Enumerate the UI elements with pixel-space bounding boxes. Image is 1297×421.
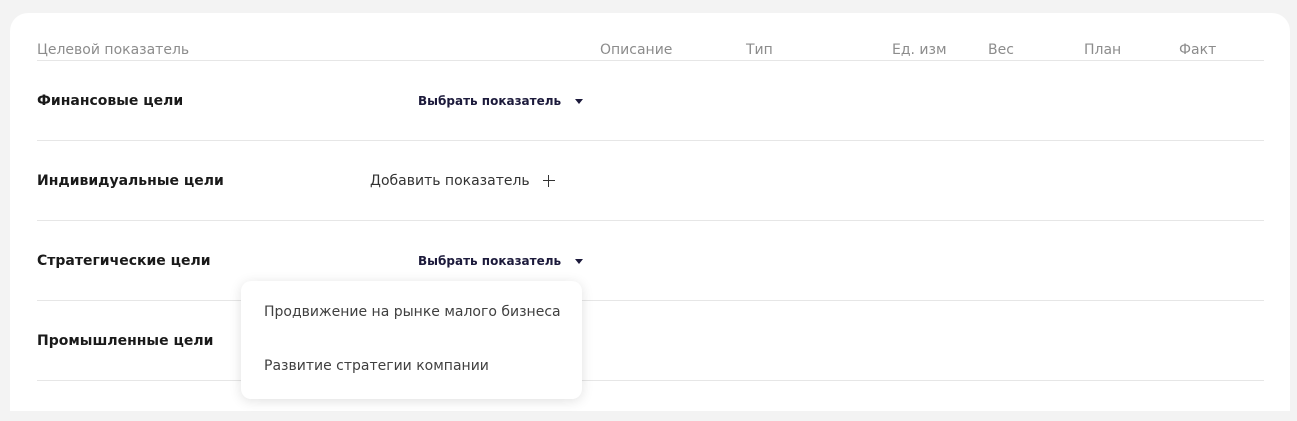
goals-card: Целевой показатель Описание Тип Ед. изм … bbox=[10, 13, 1290, 411]
column-header-weight: Вес bbox=[988, 42, 1014, 58]
row-title: Стратегические цели bbox=[37, 252, 211, 269]
caret-down-icon bbox=[575, 98, 584, 104]
column-header-fact: Факт bbox=[1179, 42, 1217, 58]
plus-icon bbox=[542, 174, 555, 187]
table-row-financial: Финансовые цели Выбрать показатель bbox=[37, 61, 1264, 141]
column-header-unit: Ед. изм bbox=[892, 42, 947, 58]
column-header-description: Описание bbox=[600, 42, 673, 58]
select-indicator-button[interactable]: Выбрать показатель bbox=[418, 253, 584, 268]
column-header-type: Тип bbox=[746, 42, 773, 58]
row-title: Индивидуальные цели bbox=[37, 172, 224, 189]
select-indicator-label: Выбрать показатель bbox=[418, 93, 562, 108]
select-indicator-label: Выбрать показатель bbox=[418, 253, 562, 268]
add-indicator-button[interactable]: Добавить показатель bbox=[370, 173, 555, 189]
table-row-strategic: Стратегические цели Выбрать показатель bbox=[37, 221, 1264, 301]
indicator-dropdown-menu: Продвижение на рынке малого бизнеса Разв… bbox=[241, 281, 582, 399]
column-header-indicator: Целевой показатель bbox=[37, 42, 190, 58]
row-title: Финансовые цели bbox=[37, 92, 184, 109]
table-header: Целевой показатель Описание Тип Ед. изм … bbox=[37, 42, 1264, 61]
select-indicator-button[interactable]: Выбрать показатель bbox=[418, 93, 584, 108]
add-indicator-label: Добавить показатель bbox=[370, 172, 530, 189]
row-title: Промышленные цели bbox=[37, 332, 214, 349]
table-row-industrial: Промышленные цели bbox=[37, 301, 1264, 381]
table-row-individual: Индивидуальные цели Добавить показатель bbox=[37, 141, 1264, 221]
caret-down-icon bbox=[575, 258, 584, 264]
column-header-plan: План bbox=[1084, 42, 1122, 58]
dropdown-option[interactable]: Продвижение на рынке малого бизнеса bbox=[264, 304, 561, 320]
dropdown-option[interactable]: Развитие стратегии компании bbox=[264, 358, 489, 374]
